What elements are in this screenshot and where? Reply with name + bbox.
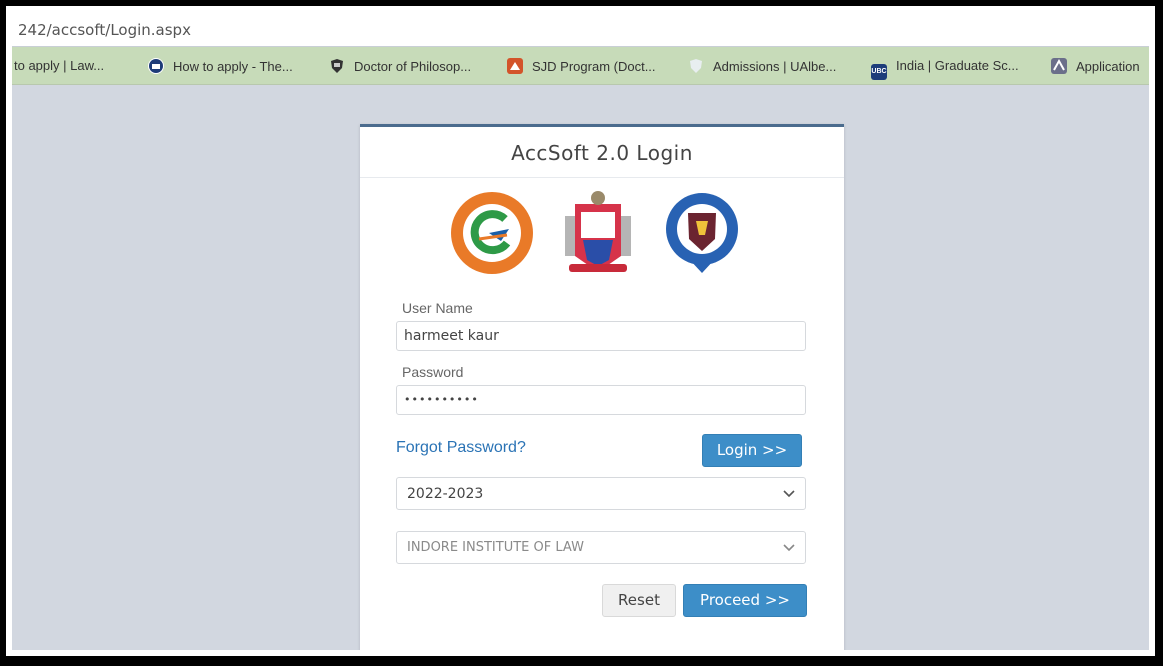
username-value: harmeet kaur (404, 328, 499, 344)
url-text[interactable]: 242/accsoft/Login.aspx (18, 21, 191, 39)
bookmark-item[interactable]: Admissions | UAlbe... (688, 58, 836, 74)
username-label: User Name (402, 300, 473, 316)
proceed-button[interactable]: Proceed >> (683, 584, 807, 617)
bookmark-item[interactable]: UBC India | Graduate Sc... (871, 58, 1019, 80)
orange-logo-icon (507, 58, 523, 74)
bookmark-label: to apply | Law... (14, 58, 105, 73)
institute-of-management-logo (451, 192, 533, 274)
screenshot-frame: 242/accsoft/Login.aspx to apply | Law...… (6, 6, 1155, 656)
username-field[interactable]: harmeet kaur (396, 321, 806, 351)
logo-row (360, 183, 844, 283)
bookmark-item[interactable]: How to apply - The... (148, 58, 293, 74)
session-select[interactable]: 2022-2023 (396, 477, 806, 510)
bookmark-label: Admissions | UAlbe... (713, 59, 837, 74)
page-title: AccSoft 2.0 Login (511, 141, 693, 165)
address-bar[interactable]: 242/accsoft/Login.aspx (12, 12, 1149, 47)
institute-select[interactable]: INDORE INSTITUTE OF LAW (396, 531, 806, 564)
ubc-logo-icon: UBC (871, 64, 887, 80)
bookmark-item[interactable]: Doctor of Philosop... (329, 58, 471, 74)
institute-value: INDORE INSTITUTE OF LAW (407, 540, 584, 555)
bookmark-label: India | Graduate Sc... (896, 58, 1019, 73)
shield-icon (688, 58, 704, 74)
bookmark-label: Doctor of Philosop... (354, 59, 472, 74)
password-value: •••••••••• (404, 393, 479, 406)
password-label: Password (402, 364, 464, 380)
school-icon (148, 58, 164, 74)
browser-window: 242/accsoft/Login.aspx to apply | Law...… (12, 12, 1149, 650)
bookmark-label: Application (1076, 59, 1140, 74)
bookmark-item[interactable]: SJD Program (Doct... (507, 58, 656, 74)
bookmark-label: SJD Program (Doct... (532, 59, 656, 74)
shield-icon (329, 58, 345, 74)
login-button[interactable]: Login >> (702, 434, 802, 467)
bookmark-item[interactable]: to apply | Law... (14, 58, 104, 73)
bookmark-item[interactable]: Application (1051, 58, 1140, 74)
bookmark-label: How to apply - The... (173, 59, 293, 74)
chevron-down-icon (783, 490, 795, 498)
bookmarks-bar: to apply | Law... How to apply - The... … (12, 47, 1149, 85)
reset-button[interactable]: Reset (602, 584, 676, 617)
forgot-password-link[interactable]: Forgot Password? (396, 439, 526, 457)
card-header: AccSoft 2.0 Login (360, 127, 844, 178)
chevron-down-icon (783, 544, 795, 552)
password-field[interactable]: •••••••••• (396, 385, 806, 415)
session-value: 2022-2023 (407, 486, 484, 502)
nursing-college-logo (666, 193, 738, 273)
institute-of-law-crest (565, 191, 631, 272)
app-icon (1051, 58, 1067, 74)
login-card: AccSoft 2.0 Login User Name harmeet kaur… (360, 124, 844, 650)
